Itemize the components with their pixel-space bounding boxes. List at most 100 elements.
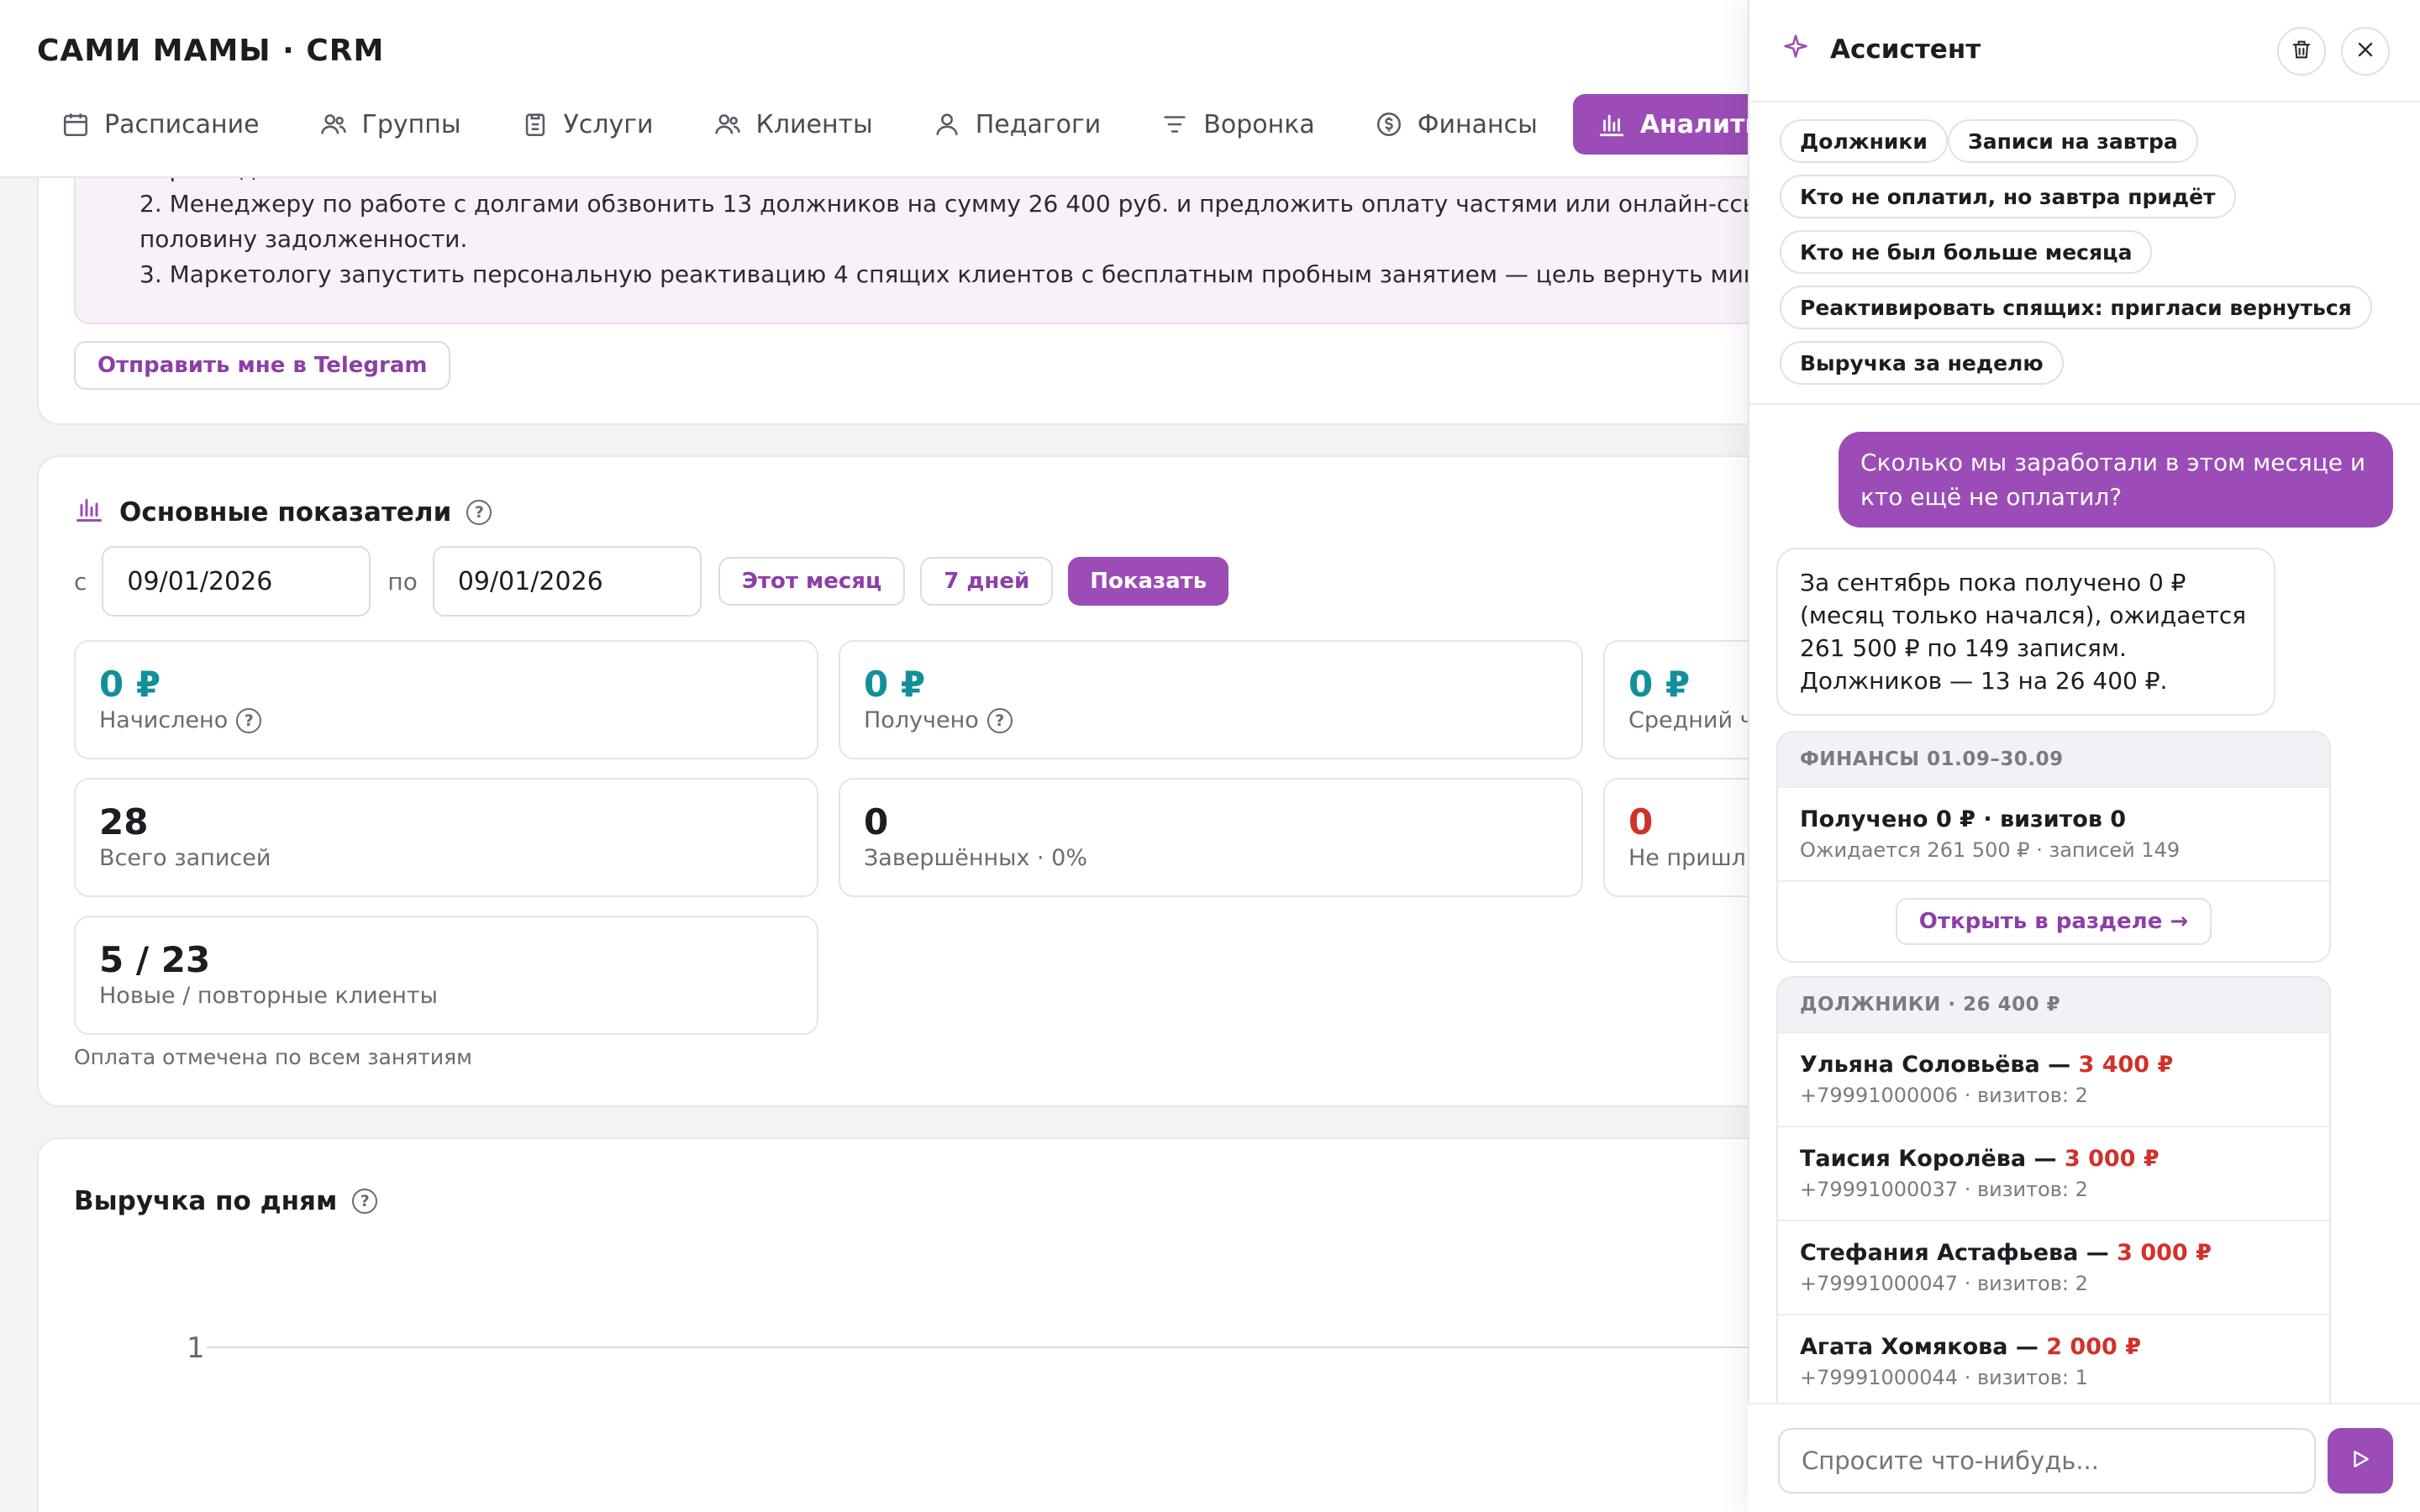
message-line: 261 500 ₽ по 149 записям. xyxy=(1800,634,2127,662)
user-message: Сколько мы заработали в этом месяце и кт… xyxy=(1839,432,2393,528)
users-icon xyxy=(713,109,743,139)
debtor-details: +79991000006 · визитов: 2 xyxy=(1800,1084,2088,1107)
open-in-section-button[interactable]: Открыть в разделе → xyxy=(1895,898,2212,945)
summary-line: половину задолженности. xyxy=(139,225,468,253)
assistant-header: Ассистент xyxy=(1749,0,2420,102)
send-button[interactable] xyxy=(2328,1428,2393,1494)
date-to-input[interactable]: 09/01/2026 xyxy=(432,546,702,617)
summary-line: 2. Менеджеру по работе с долгами обзвони… xyxy=(139,190,1748,218)
stat-no-show: 0 Не пришли xyxy=(1603,778,1748,897)
stat-label: Завершённых · 0% xyxy=(864,845,1088,871)
main-nav: Расписание Группы Услуги Клиенты Педагог… xyxy=(37,94,1824,155)
block-header: ДОЛЖНИКИ · 26 400 ₽ xyxy=(1778,978,2329,1033)
close-assistant-button[interactable] xyxy=(2341,27,2390,76)
stat-accrued: 0 ₽ Начислено? xyxy=(74,640,818,759)
debtor-amount: 3 000 ₽ xyxy=(2117,1240,2212,1266)
assistant-input[interactable] xyxy=(1778,1428,2316,1494)
bar-chart-icon xyxy=(74,494,104,531)
summary-line: 3. Маркетологу запустить персональную ре… xyxy=(139,260,1748,288)
debtor-amount: 3 400 ₽ xyxy=(2078,1052,2174,1078)
finance-subtitle: Ожидается 261 500 ₽ · записей 149 xyxy=(1800,838,2181,862)
tab-label: Воронка xyxy=(1203,109,1315,139)
finance-row: Получено 0 ₽ · визитов 0 Ожидается 261 5… xyxy=(1778,788,2329,882)
tab-funnel[interactable]: Воронка xyxy=(1136,94,1341,155)
stat-new-returning-clients: 5 / 23 Новые / повторные клиенты xyxy=(74,916,818,1035)
tab-clients[interactable]: Клиенты xyxy=(689,94,900,155)
tab-services[interactable]: Услуги xyxy=(497,94,681,155)
clear-chat-button[interactable] xyxy=(2277,27,2326,76)
stat-label: Не пришли xyxy=(1628,845,1748,871)
message-line: (месяц только начался), ожидается xyxy=(1800,601,2247,629)
stat-average-check: 0 ₽ Средний ч xyxy=(1603,640,1748,759)
debtor-name: Ульяна Соловьёва — xyxy=(1800,1052,2079,1078)
kpi-title: Основные показатели ? xyxy=(74,494,492,531)
stat-value: 5 / 23 xyxy=(99,939,211,980)
clipboard-icon xyxy=(520,109,550,139)
help-icon[interactable]: ? xyxy=(466,500,492,525)
stat-label: Получено xyxy=(864,707,979,733)
message-line: кто ещё не оплатил? xyxy=(1860,483,2123,511)
debtor-name: Стефания Астафьева — xyxy=(1800,1240,2118,1266)
message-line: Сколько мы заработали в этом месяце и xyxy=(1860,449,2366,476)
bar-chart-icon xyxy=(1597,109,1627,139)
list-item[interactable]: Стефания Астафьева — 3 000 ₽ +7999100004… xyxy=(1778,1221,2329,1315)
from-label: с xyxy=(74,567,87,596)
debtors-block: ДОЛЖНИКИ · 26 400 ₽ Ульяна Соловьёва — 3… xyxy=(1776,976,2331,1404)
stat-value: 0 xyxy=(864,801,889,843)
stat-value: 0 ₽ xyxy=(99,664,161,705)
filter-icon xyxy=(1160,109,1190,139)
this-month-button[interactable]: Этот месяц xyxy=(718,557,906,606)
divider xyxy=(1749,403,2420,405)
tab-finance[interactable]: Финансы xyxy=(1350,94,1565,155)
tab-label: Педагоги xyxy=(975,109,1102,139)
finance-title: Получено 0 ₽ · визитов 0 xyxy=(1800,806,2127,832)
assistant-input-area xyxy=(1748,1403,2420,1512)
quick-prompt-unpaid-tomorrow[interactable]: Кто не оплатил, но завтра придёт xyxy=(1780,175,2236,218)
seven-days-button[interactable]: 7 дней xyxy=(920,557,1054,606)
quick-prompt-inactive-month[interactable]: Кто не был больше месяца xyxy=(1780,230,2153,274)
list-item[interactable]: Агата Хомякова — 2 000 ₽ +79991000044 · … xyxy=(1778,1315,2329,1404)
debtor-amount: 2 000 ₽ xyxy=(2046,1334,2141,1360)
trash-icon xyxy=(2290,38,2313,65)
send-icon xyxy=(2349,1448,2371,1473)
debtor-details: +79991000037 · визитов: 2 xyxy=(1800,1178,2088,1201)
tab-label: Расписание xyxy=(104,109,260,139)
date-from-input[interactable]: 09/01/2026 xyxy=(102,546,371,617)
tab-groups[interactable]: Группы xyxy=(295,94,488,155)
chart-title: Выручка по дням ? xyxy=(74,1186,378,1216)
message-line: Должников — 13 на 26 400 ₽. xyxy=(1800,667,2168,695)
payment-note: Оплата отмечена по всем занятиям xyxy=(74,1045,472,1069)
list-item[interactable]: Ульяна Соловьёва — 3 400 ₽ +79991000006 … xyxy=(1778,1033,2329,1127)
tab-label: Финансы xyxy=(1417,109,1538,139)
assistant-title-text: Ассистент xyxy=(1830,34,1981,65)
help-icon[interactable]: ? xyxy=(986,707,1013,733)
stat-value: 0 ₽ xyxy=(864,664,926,705)
show-button[interactable]: Показать xyxy=(1068,557,1229,606)
tab-teachers[interactable]: Педагоги xyxy=(908,94,1128,155)
close-icon xyxy=(2354,38,2377,65)
chart-title-text: Выручка по дням xyxy=(74,1186,338,1216)
debtor-details: +79991000047 · визитов: 2 xyxy=(1800,1272,2088,1295)
revenue-chart-card: Выручка по дням ? 1 1 xyxy=(37,1137,1748,1512)
kpi-title-text: Основные показатели xyxy=(119,497,452,528)
list-item[interactable]: Таисия Королёва — 3 000 ₽ +79991000037 ·… xyxy=(1778,1127,2329,1221)
date-filters: с 09/01/2026 по 09/01/2026 Этот месяц 7 … xyxy=(74,546,1229,617)
quick-prompt-weekly-revenue[interactable]: Выручка за неделю xyxy=(1780,341,2064,385)
dollar-icon xyxy=(1374,109,1404,139)
quick-prompt-reactivate[interactable]: Реактивировать спящих: пригласи вернутьс… xyxy=(1780,286,2372,329)
help-icon[interactable]: ? xyxy=(236,707,262,733)
users-icon xyxy=(318,109,349,139)
assistant-title: Ассистент xyxy=(1783,34,1981,66)
debtor-amount: 3 000 ₽ xyxy=(2064,1146,2160,1172)
quick-prompt-debtors[interactable]: Должники xyxy=(1780,119,1948,163)
user-icon xyxy=(932,109,962,139)
tab-label: Клиенты xyxy=(755,109,873,139)
tab-label: Группы xyxy=(361,109,461,139)
revenue-chart: 1 1 xyxy=(187,1331,1748,1365)
help-icon[interactable]: ? xyxy=(352,1189,378,1214)
stat-value: 28 xyxy=(99,801,149,843)
quick-prompt-tomorrow[interactable]: Записи на завтра xyxy=(1948,119,2198,163)
send-telegram-button[interactable]: Отправить мне в Telegram xyxy=(74,341,451,390)
tab-label: Услуги xyxy=(563,109,654,139)
tab-schedule[interactable]: Расписание xyxy=(37,94,287,155)
